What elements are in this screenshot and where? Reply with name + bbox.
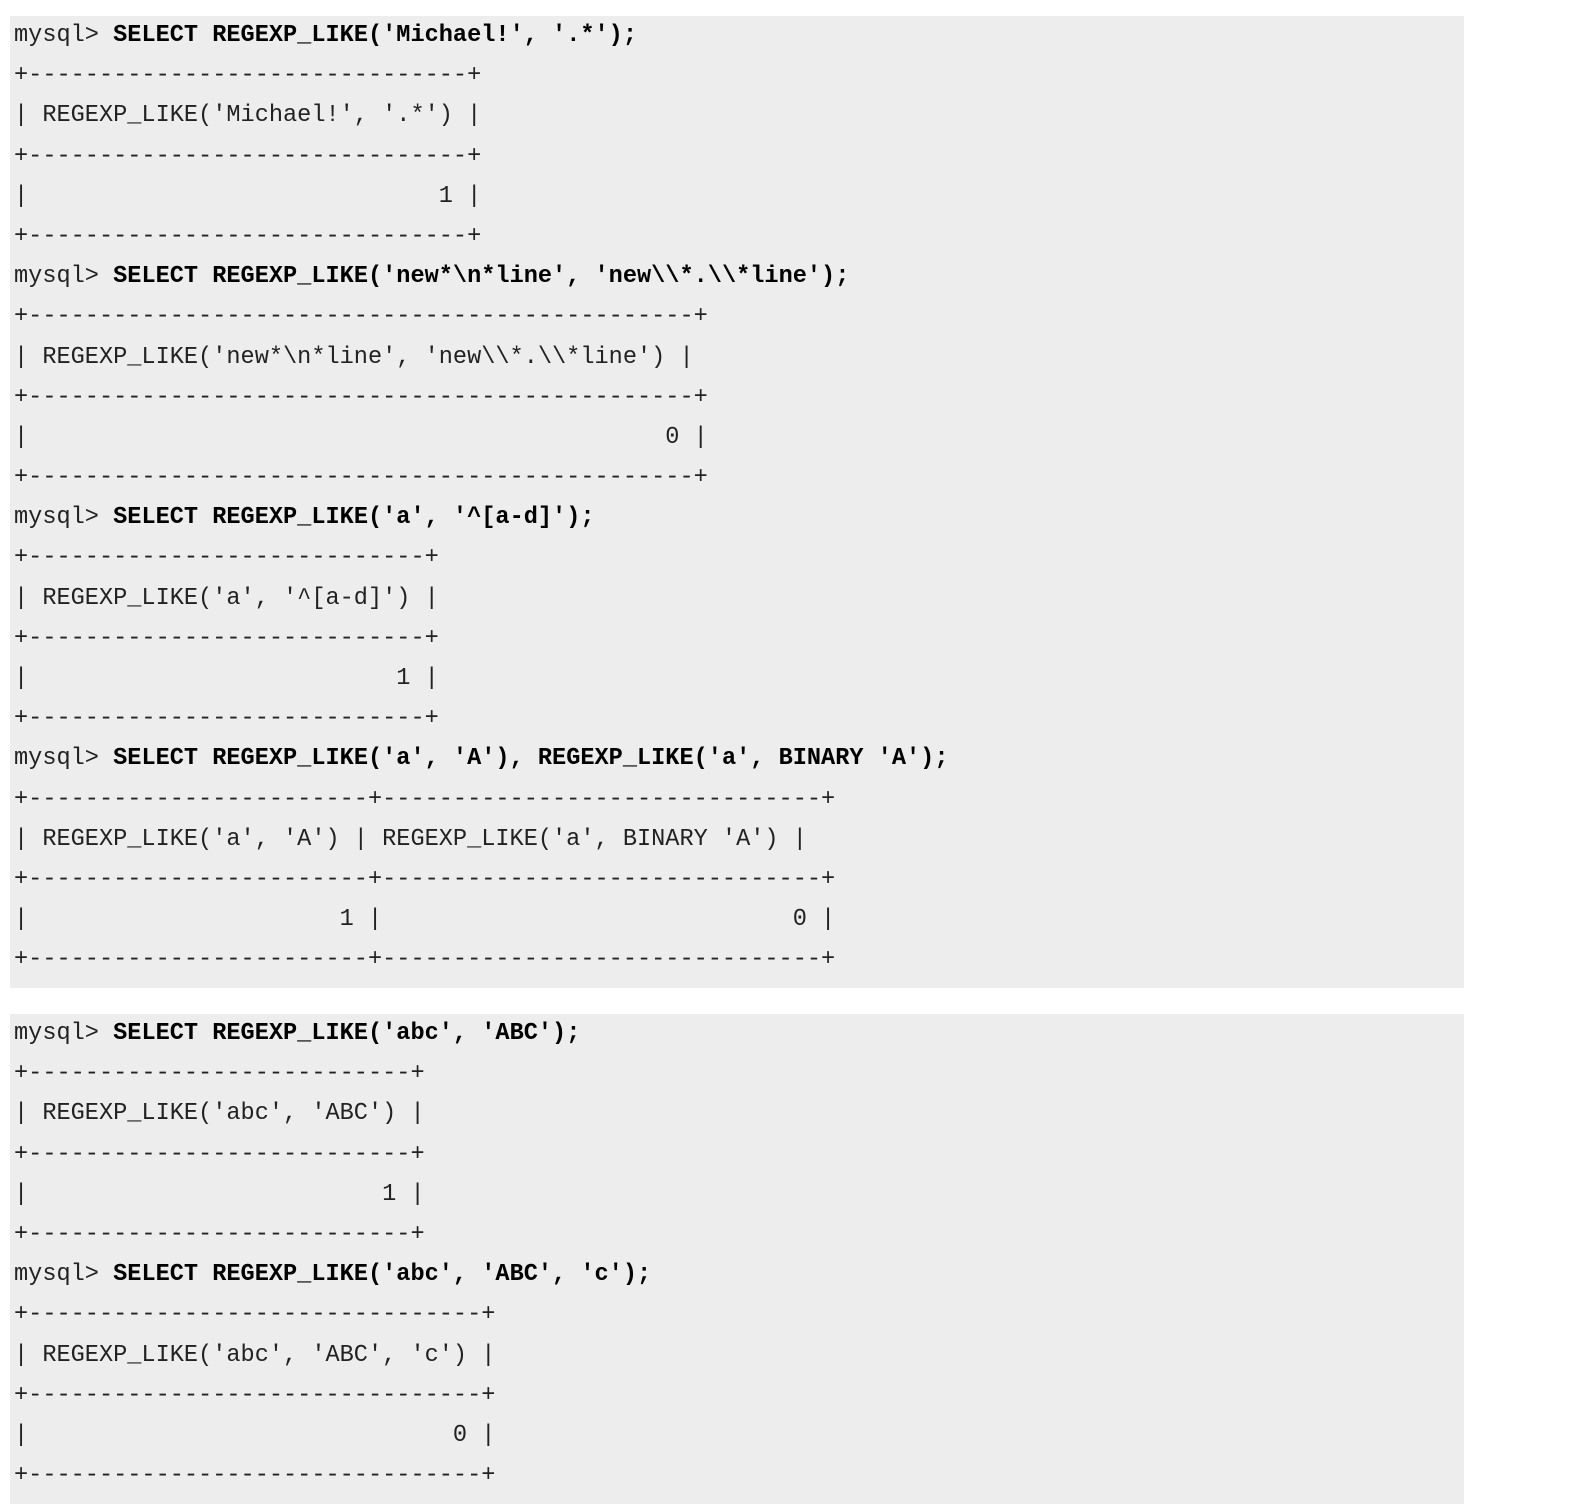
mysql-prompt: mysql> (14, 745, 114, 773)
result-row: | 1 | (14, 665, 439, 692)
sql-command: SELECT REGEXP_LIKE('abc', 'ABC'); (113, 1020, 581, 1047)
mysql-prompt: mysql> (14, 263, 114, 291)
table-border: +-------------------------------+ (14, 222, 482, 250)
table-border: +------------------------+--------------… (14, 785, 836, 813)
mysql-prompt: mysql> (14, 1020, 114, 1047)
result-header: | REGEXP_LIKE('Michael!', '.*') | (14, 102, 482, 130)
table-border: +---------------------------------------… (14, 464, 708, 492)
result-row: | 1 | 0 | (14, 906, 836, 934)
result-row: | 0 | (14, 423, 708, 451)
table-border: +-------------------------------+ (14, 62, 482, 90)
command-line: mysql> SELECT REGEXP_LIKE('a', 'A'), REG… (14, 739, 1464, 779)
result-row: | 1 | (14, 182, 482, 210)
command-line: mysql> SELECT REGEXP_LIKE('new*\n*line',… (14, 257, 1464, 297)
table-border: +--------------------------------+ (14, 1462, 496, 1490)
sql-command: SELECT REGEXP_LIKE('a', 'A'), REGEXP_LIK… (113, 745, 949, 773)
command-line: mysql> SELECT REGEXP_LIKE('a', '^[a-d]')… (14, 498, 1464, 538)
table-border: +----------------------------+ (14, 624, 439, 652)
result-header: | REGEXP_LIKE('abc', 'ABC') | (14, 1100, 425, 1128)
code-block-1: mysql> SELECT REGEXP_LIKE('Michael!', '.… (10, 16, 1464, 988)
table-border: +---------------------------+ (14, 1060, 425, 1088)
table-border: +------------------------+--------------… (14, 946, 836, 974)
result-row: | 0 | (14, 1421, 496, 1449)
code-block-2: mysql> SELECT REGEXP_LIKE('abc', 'ABC');… (10, 1014, 1464, 1504)
table-border: +-------------------------------+ (14, 142, 482, 170)
sql-command: SELECT REGEXP_LIKE('a', '^[a-d]'); (113, 504, 595, 532)
table-border: +---------------------------------------… (14, 303, 708, 331)
result-header: | REGEXP_LIKE('a', 'A') | REGEXP_LIKE('a… (14, 825, 807, 853)
result-header: | REGEXP_LIKE('a', '^[a-d]') | (14, 584, 439, 612)
mysql-prompt: mysql> (14, 1261, 114, 1289)
table-border: +----------------------------+ (14, 544, 439, 572)
table-border: +--------------------------------+ (14, 1301, 496, 1329)
mysql-prompt: mysql> (14, 504, 114, 532)
mysql-prompt: mysql> (14, 22, 114, 49)
command-line: mysql> SELECT REGEXP_LIKE('Michael!', '.… (14, 16, 1464, 56)
result-header: | REGEXP_LIKE('abc', 'ABC', 'c') | (14, 1341, 496, 1369)
command-line: mysql> SELECT REGEXP_LIKE('abc', 'ABC', … (14, 1255, 1464, 1295)
result-header: | REGEXP_LIKE('new*\n*line', 'new\\*.\\*… (14, 343, 694, 371)
table-border: +--------------------------------+ (14, 1381, 496, 1409)
sql-command: SELECT REGEXP_LIKE('abc', 'ABC', 'c'); (113, 1261, 652, 1289)
table-border: +---------------------------+ (14, 1220, 425, 1248)
sql-command: SELECT REGEXP_LIKE('new*\n*line', 'new\\… (113, 263, 850, 291)
result-row: | 1 | (14, 1180, 425, 1208)
command-line: mysql> SELECT REGEXP_LIKE('abc', 'ABC'); (14, 1014, 1464, 1054)
sql-command: SELECT REGEXP_LIKE('Michael!', '.*'); (113, 22, 637, 49)
table-border: +----------------------------+ (14, 705, 439, 733)
table-border: +---------------------------+ (14, 1140, 425, 1168)
table-border: +---------------------------------------… (14, 383, 708, 411)
table-border: +------------------------+--------------… (14, 865, 836, 893)
